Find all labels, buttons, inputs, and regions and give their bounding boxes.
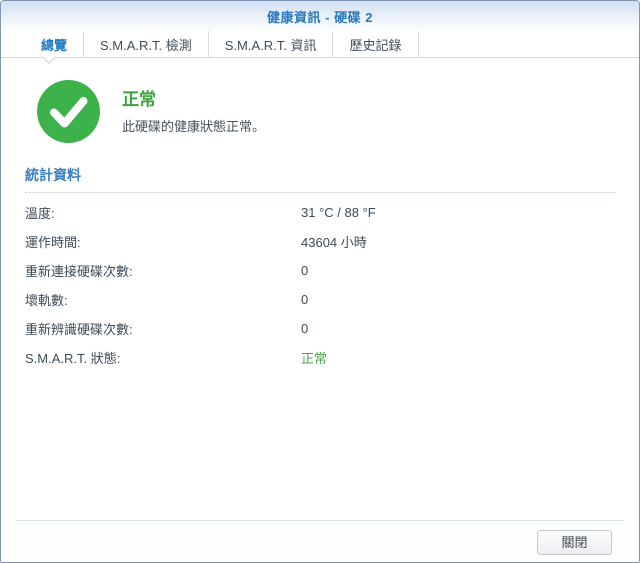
stat-value-bad-sector-count: 0 [301,292,308,307]
stats-table: 溫度: 31 °C / 88 °F 運作時間: 43604 小時 重新連接硬碟次… [25,198,615,372]
status-title: 正常 [122,85,265,110]
stat-value-power-on-hours: 43604 小時 [301,232,367,251]
footer-buttons: 關閉 [1,521,639,555]
check-circle-icon [37,80,100,143]
overview-panel: 正常 此硬碟的健康狀態正常。 統計資料 溫度: 31 °C / 88 °F 運作… [1,58,639,520]
health-info-dialog: 健康資訊 - 硬碟 2 總覽 S.M.A.R.T. 檢測 S.M.A.R.T. … [0,0,640,563]
stat-value-smart-status: 正常 [301,348,327,367]
dialog-titlebar[interactable]: 健康資訊 - 硬碟 2 [1,1,639,31]
health-status-block: 正常 此硬碟的健康狀態正常。 [37,80,615,143]
status-description: 此硬碟的健康狀態正常。 [122,116,265,135]
table-row: 溫度: 31 °C / 88 °F [25,198,615,227]
tab-overview[interactable]: 總覽 [25,31,83,57]
stat-value-reidentify-count: 0 [301,321,308,336]
dialog-title: 健康資訊 - 硬碟 2 [267,7,373,26]
tab-history[interactable]: 歷史記錄 [332,31,418,57]
stat-label-temperature: 溫度: [25,203,301,222]
stat-label-bad-sector-count: 壞軌數: [25,290,301,309]
stat-value-temperature: 31 °C / 88 °F [301,205,376,220]
stat-value-reconnection-count: 0 [301,263,308,278]
tab-bar: 總覽 S.M.A.R.T. 檢測 S.M.A.R.T. 資訊 歷史記錄 [1,31,639,58]
table-row: 壞軌數: 0 [25,285,615,314]
stats-section-divider [25,192,615,193]
table-row: 重新辨識硬碟次數: 0 [25,314,615,343]
stat-label-reconnection-count: 重新連接硬碟次數: [25,261,301,280]
close-button[interactable]: 關閉 [537,530,612,555]
table-row: 重新連接硬碟次數: 0 [25,256,615,285]
table-row: S.M.A.R.T. 狀態: 正常 [25,343,615,372]
table-row: 運作時間: 43604 小時 [25,227,615,256]
stat-label-power-on-hours: 運作時間: [25,232,301,251]
tab-smart-info[interactable]: S.M.A.R.T. 資訊 [208,31,333,57]
stat-label-reidentify-count: 重新辨識硬碟次數: [25,319,301,338]
tab-smart-test[interactable]: S.M.A.R.T. 檢測 [83,31,208,57]
stats-section-title: 統計資料 [25,165,615,185]
stat-label-smart-status: S.M.A.R.T. 狀態: [25,348,301,367]
status-texts: 正常 此硬碟的健康狀態正常。 [122,80,265,135]
dialog-footer: 關閉 [1,520,639,562]
